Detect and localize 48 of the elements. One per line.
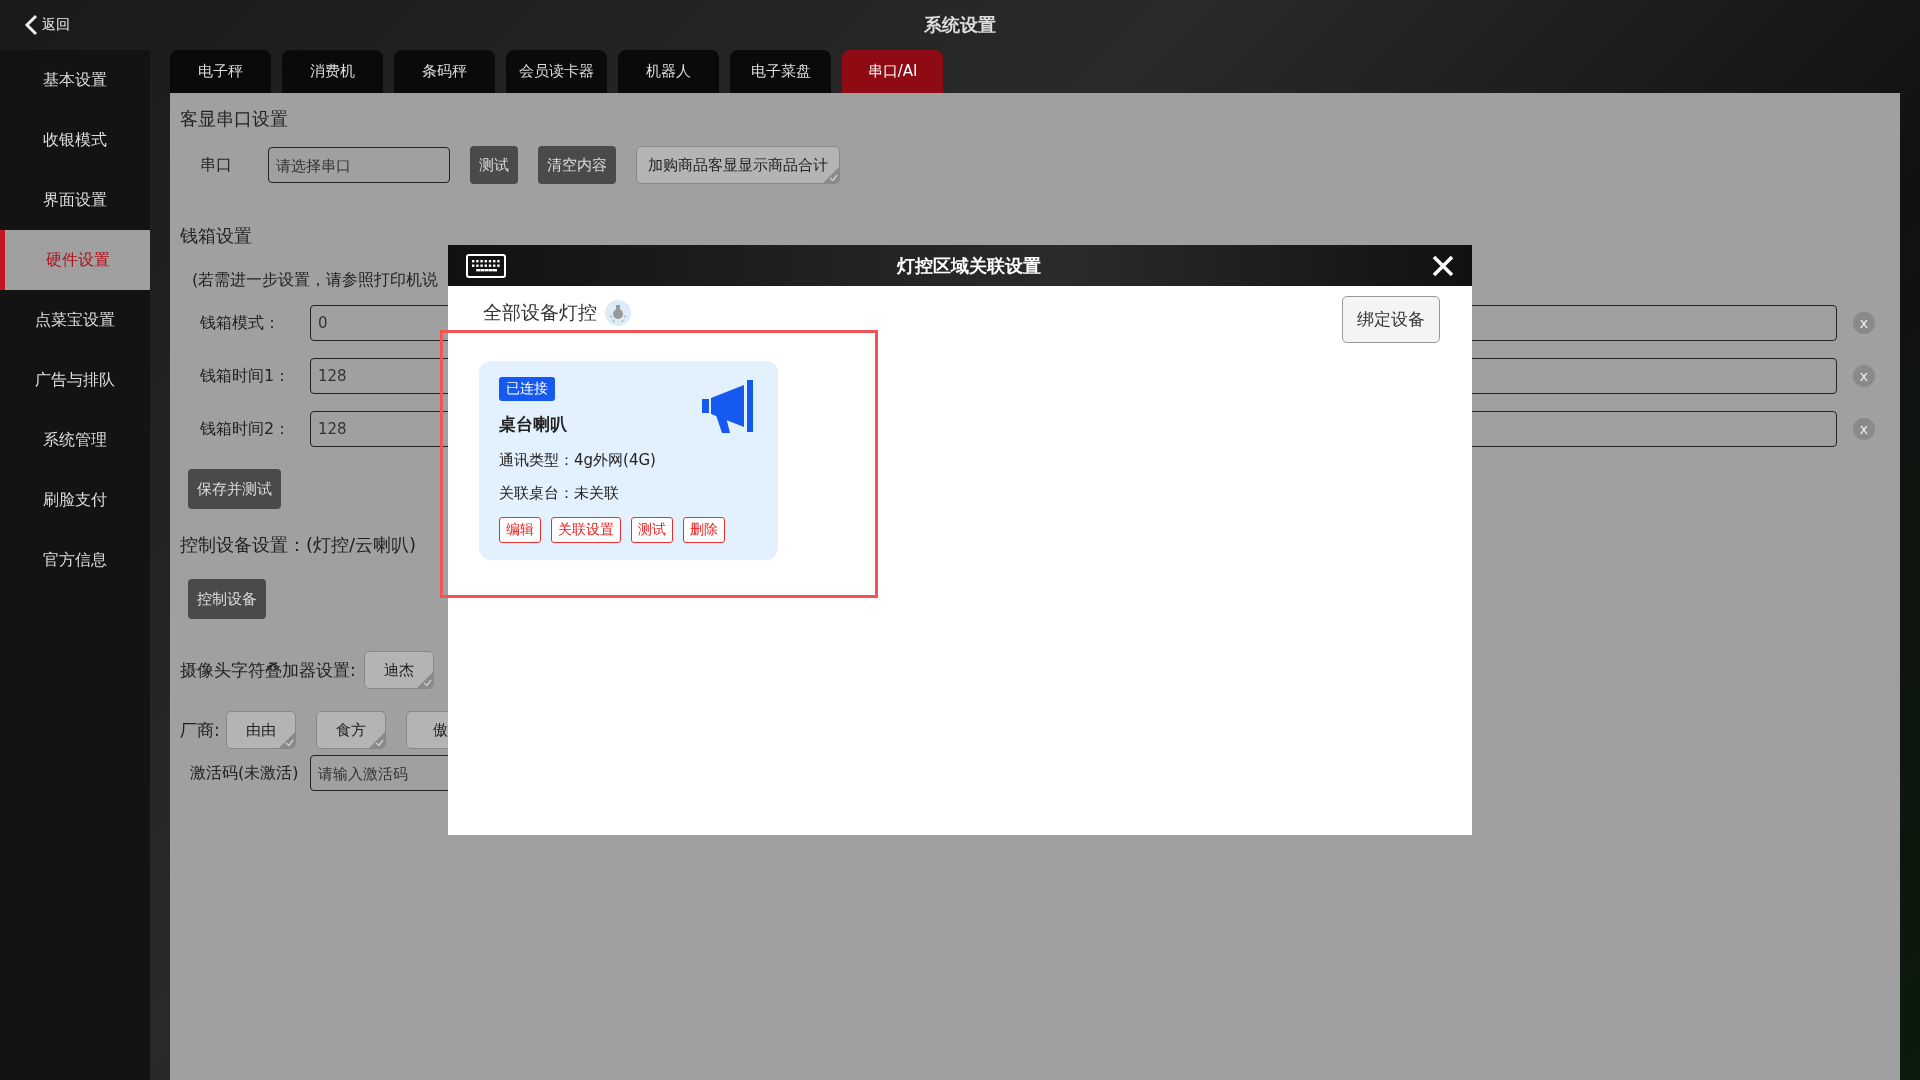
- tab[interactable]: 会员读卡器: [506, 50, 607, 93]
- dialog-title: 灯控区域关联设置: [897, 253, 1041, 278]
- field-label: 激活码(未激活): [190, 762, 300, 784]
- sidebar-item[interactable]: 官方信息: [0, 530, 150, 590]
- bind-button[interactable]: 绑定设备: [1342, 296, 1440, 343]
- option-button[interactable]: 食方: [315, 711, 386, 749]
- section-heading: 客显串口设置: [180, 107, 289, 131]
- sidebar-item[interactable]: 刷脸支付: [0, 470, 150, 530]
- sidebar-item[interactable]: 收银模式: [0, 110, 150, 170]
- tab[interactable]: 机器人: [618, 50, 719, 93]
- dialog-heading: 全部设备灯控: [483, 300, 597, 325]
- control-button[interactable]: 控制设备: [188, 579, 266, 619]
- card-action-button[interactable]: 测试: [631, 517, 673, 543]
- card-action-button[interactable]: 关联设置: [551, 517, 621, 543]
- option-button[interactable]: 由由: [225, 711, 296, 749]
- device-name: 桌台喇叭: [499, 413, 568, 436]
- option-button[interactable]: 加购商品客显显示商品合计: [636, 146, 840, 184]
- tab[interactable]: 电子秤: [170, 50, 271, 93]
- tab[interactable]: 串口/AI: [842, 50, 943, 93]
- card-action-button[interactable]: 编辑: [499, 517, 541, 543]
- save-button[interactable]: 保存并测试: [188, 469, 281, 509]
- section-heading: 钱箱设置: [180, 224, 253, 248]
- page-title: 系统设置: [923, 13, 997, 37]
- sidebar-item[interactable]: 点菜宝设置: [0, 290, 150, 350]
- port-select[interactable]: 请选择串口: [268, 147, 450, 183]
- tab[interactable]: 条码秤: [394, 50, 495, 93]
- field-label: 钱箱时间1：: [200, 365, 292, 387]
- tab[interactable]: 电子菜盘: [730, 50, 831, 93]
- field-label: 串口: [200, 154, 233, 176]
- field-label: 厂商:: [180, 718, 220, 742]
- back-button[interactable]: 返回: [20, 10, 74, 40]
- sidebar-item[interactable]: 基本设置: [0, 50, 150, 110]
- action-button[interactable]: 测试: [470, 146, 518, 184]
- action-button[interactable]: 清空内容: [538, 146, 616, 184]
- status-badge: 已连接: [499, 377, 555, 401]
- device-info: 通讯类型：4g外网(4G): [499, 451, 657, 470]
- sidebar-item[interactable]: 界面设置: [0, 170, 150, 230]
- section-heading: 控制设备设置：(灯控/云喇叭): [180, 533, 418, 557]
- field-label: 摄像头字符叠加器设置:: [180, 658, 356, 682]
- device-info: 关联桌台：未关联: [499, 484, 620, 503]
- note-text: (若需进一步设置，请参照打印机说: [192, 270, 439, 291]
- field-label: 钱箱时间2：: [200, 418, 292, 440]
- sidebar-item[interactable]: 广告与排队: [0, 350, 150, 410]
- field-label: 钱箱模式：: [200, 312, 281, 334]
- sidebar-item[interactable]: 系统管理: [0, 410, 150, 470]
- option-button[interactable]: 迪杰: [363, 651, 434, 689]
- card-action-button[interactable]: 删除: [683, 517, 725, 543]
- tab[interactable]: 消费机: [282, 50, 383, 93]
